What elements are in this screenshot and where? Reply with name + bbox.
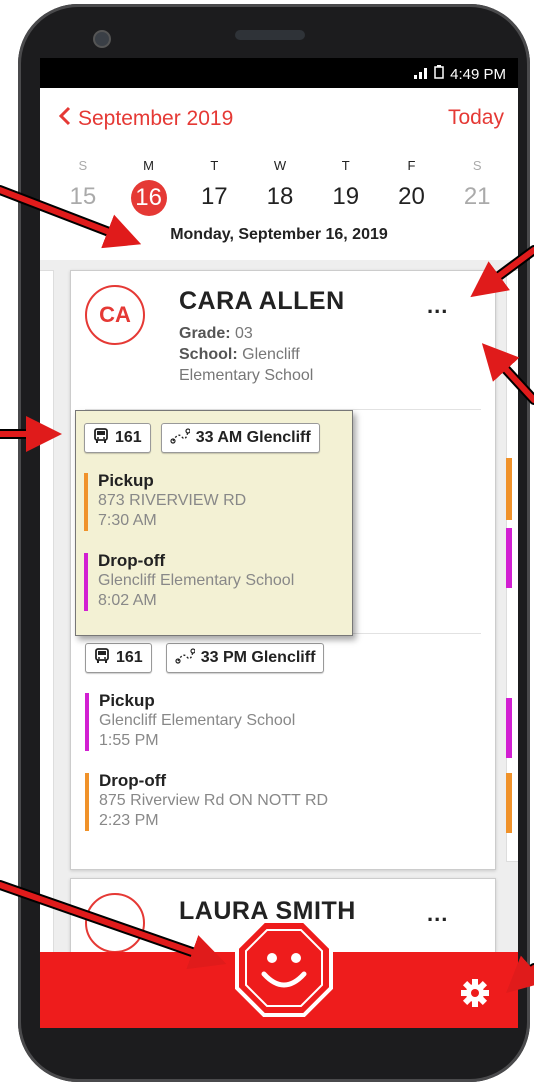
annotation-arrows [0,185,534,994]
arrow-outlines [0,185,534,990]
arrow-strokes [0,187,534,994]
